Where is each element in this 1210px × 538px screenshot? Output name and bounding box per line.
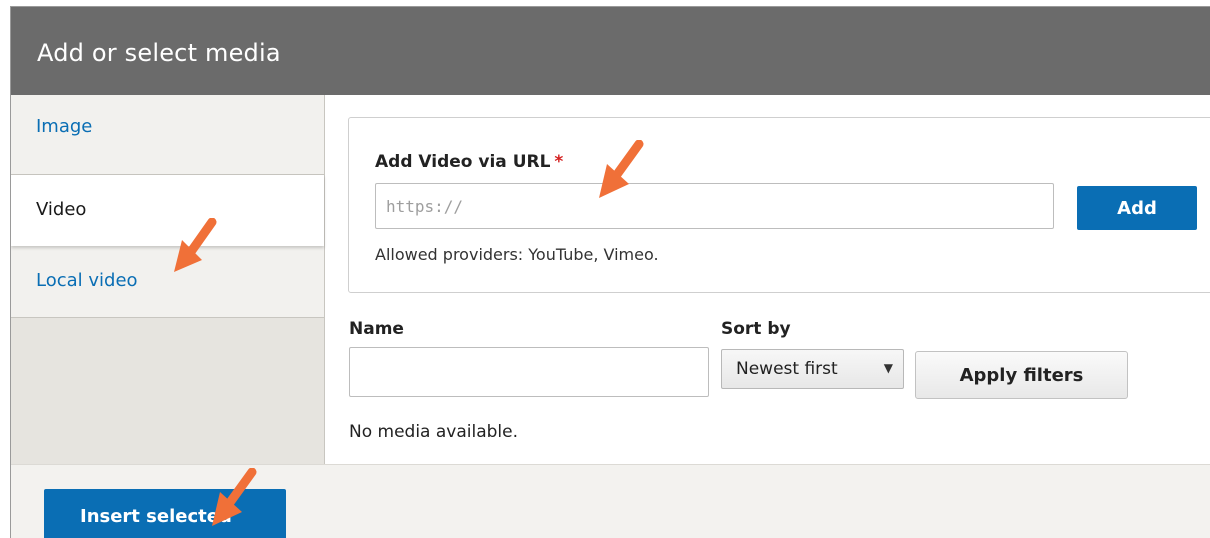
add-via-url-form: Add Video via URL* Add Allowed providers… [348,117,1210,293]
arrow-annotation-icon [174,218,217,272]
tab-image-label: Image [36,116,93,137]
add-button[interactable]: Add [1077,186,1197,230]
arrow-annotation-icon [599,140,644,198]
dialog-title: Add or select media [37,39,281,67]
url-field-label: Add Video via URL * [375,152,563,172]
caret-down-icon: ▼ [883,361,893,375]
empty-results-message: No media available. [349,422,519,442]
required-mark: * [554,152,564,172]
apply-filters-button[interactable]: Apply filters [915,351,1128,399]
video-url-input[interactable] [375,183,1054,229]
tab-image[interactable]: Image [11,95,324,175]
sort-by-label: Sort by [721,319,791,339]
allowed-providers-help: Allowed providers: YouTube, Vimeo. [375,245,659,264]
media-type-tabs: Image Video Local video [11,95,325,464]
tab-local-video-label: Local video [36,270,138,291]
name-filter-input[interactable] [349,347,709,397]
name-filter-label: Name [349,319,404,339]
tab-video-label: Video [36,199,87,220]
tab-local-video[interactable]: Local video [11,246,324,318]
dialog-titlebar: Add or select media [11,7,1210,95]
sort-by-selected-value: Newest first [736,359,838,379]
dialog-footer: Insert selected [11,464,1210,538]
sort-by-select[interactable]: Newest first ▼ [721,349,904,389]
arrow-annotation-icon [212,468,257,526]
media-library-panel: Add Video via URL* Add Allowed providers… [325,95,1210,464]
url-field-label-text: Add Video via URL [375,152,551,172]
tab-video[interactable]: Video [11,175,324,246]
